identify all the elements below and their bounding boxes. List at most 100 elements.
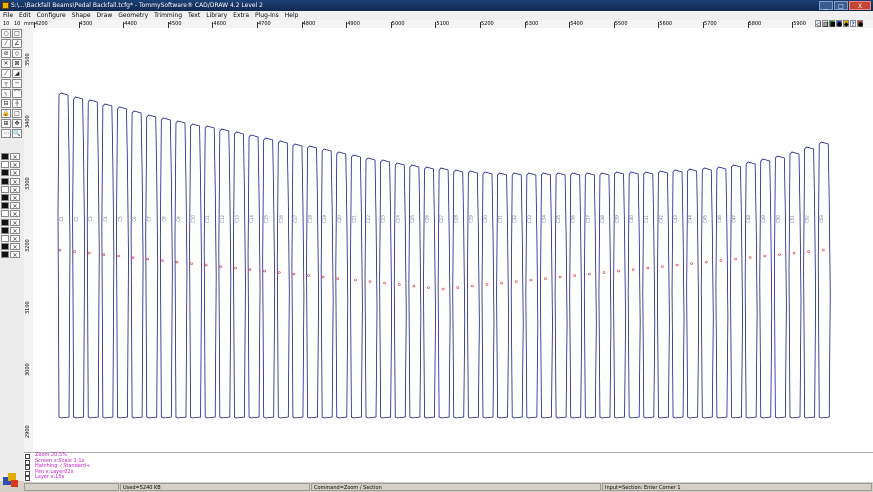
layer-toggle[interactable]: × [10, 235, 20, 243]
beam-path[interactable] [159, 117, 173, 419]
menu-file[interactable]: File [0, 11, 16, 20]
drawing-tool-icon[interactable]: ⁄ [1, 69, 11, 78]
beam-outline[interactable]: C19 [320, 148, 334, 419]
beam-path[interactable] [320, 148, 334, 419]
layer-toggle[interactable]: × [10, 153, 20, 161]
layer-color-swatch[interactable] [1, 235, 9, 242]
beam-outline[interactable]: C51 [788, 151, 802, 419]
beam-outline[interactable]: C15 [262, 137, 276, 419]
menu-extra[interactable]: Extra [230, 11, 252, 20]
layer-color-swatch[interactable] [1, 218, 9, 226]
beam-outline[interactable]: C41 [642, 171, 656, 419]
beam-outline[interactable]: C23 [379, 159, 393, 419]
beam-path[interactable] [423, 166, 436, 419]
beam-outline[interactable]: C40 [627, 171, 641, 419]
beam-outline[interactable]: C21 [349, 154, 363, 419]
drawing-tool-icon[interactable]: ◢ [12, 69, 22, 78]
grid-icon[interactable]: ▥ [822, 20, 829, 28]
beam-path[interactable] [130, 110, 144, 419]
layer-yellow-icon[interactable]: ◆ [843, 20, 849, 28]
beam-outline[interactable]: C31 [496, 172, 510, 419]
beam-outline[interactable]: C20 [335, 151, 349, 419]
layer-blue-icon[interactable]: ● [836, 20, 842, 28]
drawing-tool-icon[interactable]: 🔒 [1, 109, 11, 118]
menu-configure[interactable]: Configure [34, 11, 69, 20]
beam-outline[interactable]: C7 [145, 114, 159, 419]
layer-color-swatch[interactable] [1, 153, 9, 160]
beam-outline[interactable]: C43 [671, 169, 685, 419]
beam-path[interactable] [583, 172, 597, 419]
beam-outline[interactable]: C32 [510, 172, 524, 419]
beam-outline[interactable]: C11 [203, 125, 217, 419]
beam-path[interactable] [364, 157, 378, 419]
drawing-tool-icon[interactable]: □ [12, 109, 22, 118]
drawing-tool-icon[interactable]: ∠ [12, 39, 22, 48]
layer-toggle[interactable]: × [10, 226, 20, 235]
beam-path[interactable] [189, 123, 202, 419]
layer-color-swatch[interactable] [1, 243, 9, 251]
drawing-canvas[interactable]: C1 C2 C3 C4 C5 C6 C7 C8 C9 C10 C11 C12 C13 C14 C15 C16 C… [33, 28, 873, 452]
menu-help[interactable]: Help [282, 11, 302, 20]
beam-path[interactable] [554, 172, 568, 419]
beam-path[interactable] [86, 99, 100, 419]
beam-outline[interactable]: C3 [86, 99, 100, 419]
drawing-tool-icon[interactable]: ┼ [12, 99, 22, 108]
beam-path[interactable] [759, 158, 773, 419]
beam-path[interactable] [72, 96, 86, 419]
beam-outline[interactable]: C6 [130, 110, 144, 419]
menu-library[interactable]: Library [203, 11, 230, 20]
beam-path[interactable] [262, 137, 276, 419]
layer-toggle[interactable]: × [10, 161, 20, 169]
menu-draw[interactable]: Draw [94, 11, 116, 20]
beam-outline[interactable]: C48 [744, 161, 758, 419]
layer-toggle[interactable]: × [10, 251, 20, 259]
layer-color-swatch[interactable] [1, 177, 9, 185]
beam-outline[interactable]: C28 [452, 169, 466, 419]
drawing-tool-icon[interactable]: ✕ [1, 59, 11, 68]
beam-outline[interactable]: C10 [189, 123, 202, 419]
drawing-tool-icon[interactable]: ⁄ [1, 39, 11, 48]
beam-path[interactable] [715, 166, 729, 419]
beam-outline[interactable]: C5 [116, 106, 129, 419]
beam-path[interactable] [379, 159, 393, 419]
drawing-tool-icon[interactable]: ┬ [1, 79, 11, 88]
beam-path[interactable] [817, 141, 831, 419]
beam-path[interactable] [525, 172, 539, 419]
beam-path[interactable] [57, 92, 71, 419]
beam-outline[interactable]: C49 [759, 158, 773, 419]
beam-path[interactable] [598, 172, 612, 419]
beam-outline[interactable]: C44 [686, 168, 700, 419]
beam-path[interactable] [408, 164, 422, 419]
beam-path[interactable] [466, 170, 480, 419]
beam-path[interactable] [145, 114, 159, 419]
beam-path[interactable] [335, 151, 349, 419]
layer-toggle[interactable]: × [10, 202, 20, 210]
beam-outline[interactable]: C36 [569, 172, 583, 419]
beam-outline[interactable]: C25 [408, 164, 422, 419]
beam-path[interactable] [276, 140, 290, 419]
beam-path[interactable] [174, 120, 188, 419]
beam-path[interactable] [730, 164, 743, 419]
beam-path[interactable] [700, 167, 714, 419]
beam-path[interactable] [788, 151, 802, 419]
drawing-svg[interactable]: C1 C2 C3 C4 C5 C6 C7 C8 C9 C10 C11 C12 C13 C14 C15 C16 C… [33, 28, 873, 452]
beam-outline[interactable]: C45 [700, 167, 714, 419]
drawing-tool-icon[interactable]: ⋯ [1, 129, 11, 138]
drawing-tool-icon[interactable]: ⌒ [12, 89, 22, 98]
beam-outline[interactable]: C34 [540, 172, 553, 419]
layer-color-swatch[interactable] [1, 161, 9, 169]
beam-path[interactable] [247, 134, 261, 419]
beam-outline[interactable]: C26 [423, 166, 436, 419]
beam-path[interactable] [569, 172, 583, 419]
layer-toggle[interactable]: × [10, 185, 20, 194]
beam-path[interactable] [481, 171, 495, 419]
layer-color-swatch[interactable] [1, 251, 9, 259]
beam-outline[interactable]: C52 [803, 146, 817, 419]
beam-path[interactable] [101, 103, 115, 419]
beam-outline[interactable]: C8 [159, 117, 173, 419]
beam-path[interactable] [613, 171, 626, 419]
beam-path[interactable] [437, 167, 451, 419]
layer-color-swatch[interactable] [1, 185, 9, 193]
menu-edit[interactable]: Edit [16, 11, 34, 20]
beam-outline[interactable]: C30 [481, 171, 495, 419]
